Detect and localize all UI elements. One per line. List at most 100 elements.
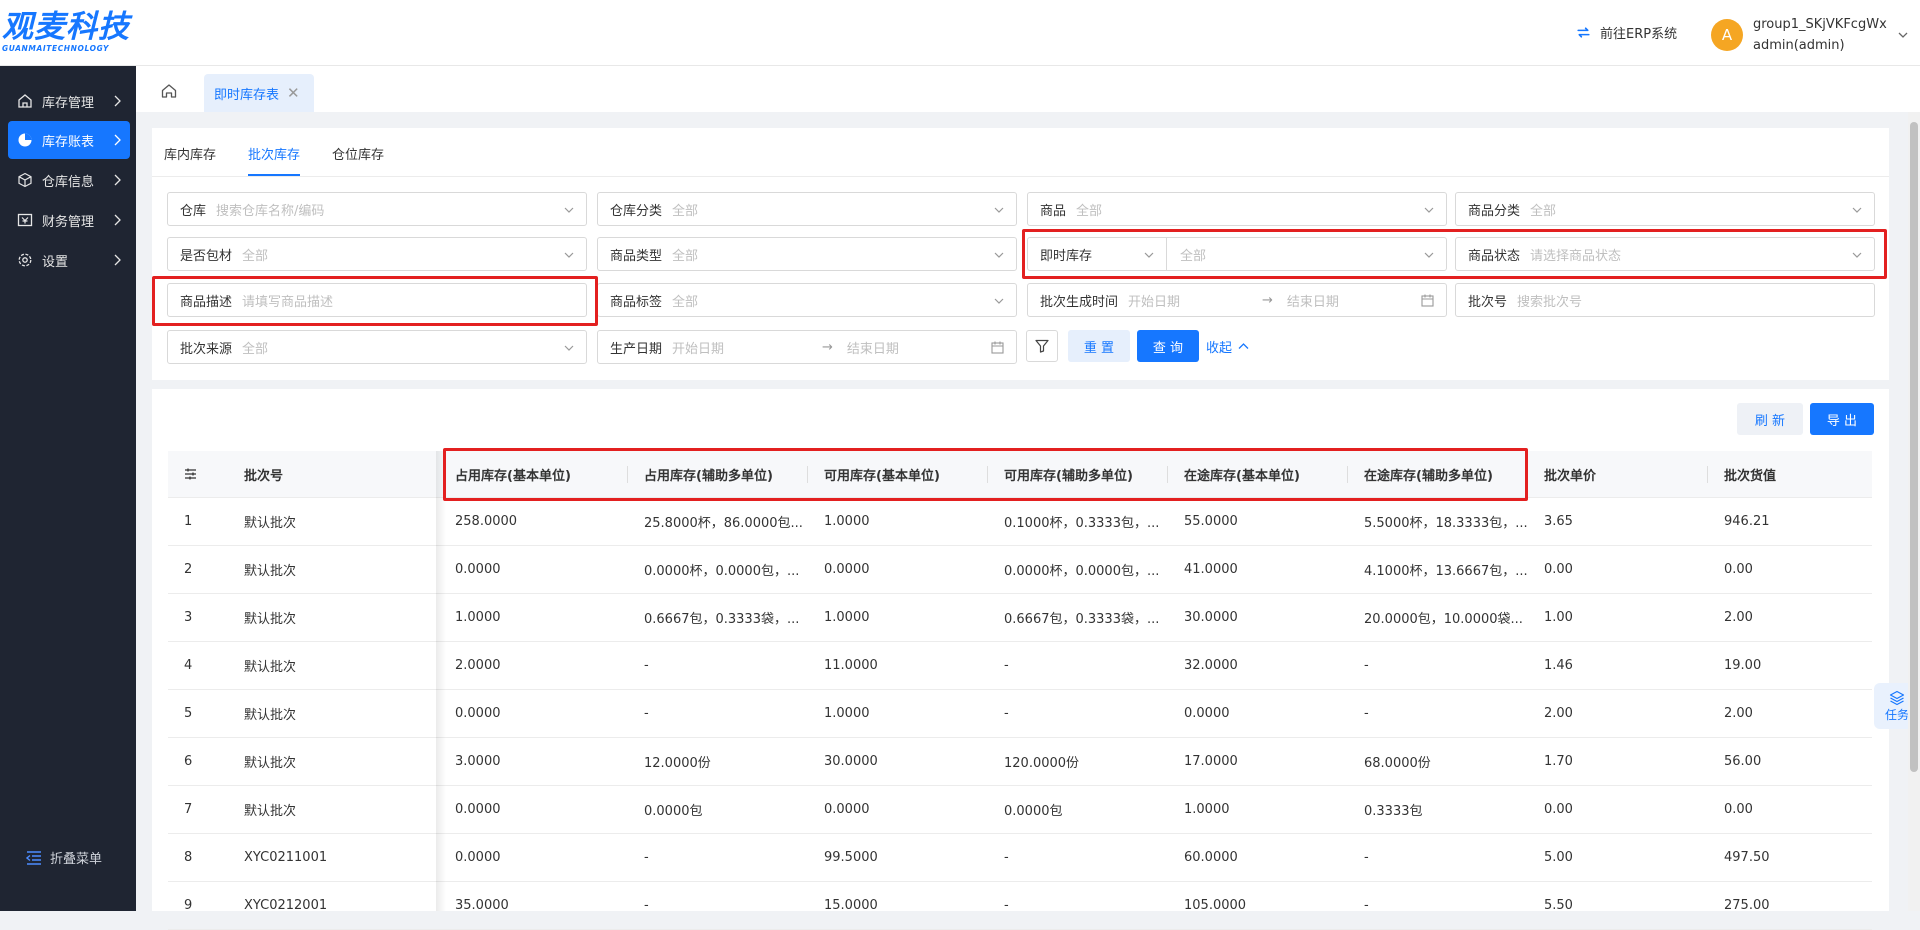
- cell-transit-base: 1.0000: [1184, 802, 1230, 817]
- cell-available-base: 99.5000: [824, 850, 878, 865]
- cell-batch-no: 默认批次: [244, 708, 297, 723]
- product-tag-select[interactable]: 商品标签 全部: [597, 283, 1017, 317]
- batch-time-range[interactable]: 批次生成时间 开始日期 → 结束日期: [1027, 283, 1447, 317]
- tab-instant-stock[interactable]: 即时库存表 ✕: [204, 74, 314, 112]
- export-button[interactable]: 导 出: [1810, 403, 1874, 435]
- company-logo[interactable]: 观麦科技 GUANMAITECHNOLOGY: [2, 10, 136, 54]
- cell-batch-price: 1.70: [1544, 754, 1573, 769]
- tab-label: 即时库存表: [214, 87, 280, 103]
- table-row[interactable]: 3 默认批次 1.0000 0.6667包，0.3333袋，... 1.0000 0.66…: [168, 594, 1872, 642]
- arrow-right-icon: →: [1262, 292, 1273, 308]
- is-packaging-select[interactable]: 是否包材 全部: [167, 237, 587, 271]
- sidebar-item-stock-management[interactable]: 库存管理: [8, 82, 130, 120]
- collapse-filters-button[interactable]: 收起: [1206, 330, 1249, 362]
- product-select[interactable]: 商品 全部: [1027, 192, 1447, 226]
- th-available-multi[interactable]: 可用库存(辅助多单位): [1004, 451, 1133, 497]
- subtab-location-stock[interactable]: 仓位库存: [332, 144, 384, 176]
- collapse-menu-button[interactable]: 折叠菜单: [26, 848, 102, 867]
- chevron-right-icon: [114, 254, 121, 266]
- cell-available-multi: -: [1004, 706, 1009, 721]
- product-status-select[interactable]: 商品状态 请选择商品状态: [1455, 237, 1875, 271]
- cell-occupied-multi: 0.6667包，0.3333袋，...: [644, 612, 800, 627]
- filter-settings-button[interactable]: [1026, 330, 1058, 362]
- chevron-down-icon: [1852, 252, 1862, 258]
- user-name: admin(admin): [1753, 38, 1845, 53]
- table-row[interactable]: 4 默认批次 2.0000 - 11.0000 - 32.0000 - 1.46 19.00: [168, 642, 1872, 690]
- page-scrollbar[interactable]: [1908, 112, 1920, 911]
- th-transit-base[interactable]: 在途库存(基本单位): [1184, 451, 1300, 497]
- cell-occupied-multi: -: [644, 898, 649, 913]
- divider: [627, 466, 628, 483]
- cell-index: 6: [184, 754, 193, 769]
- table-row[interactable]: 6 默认批次 3.0000 12.0000份 30.0000 120.0000份 17.00…: [168, 738, 1872, 786]
- chevron-down-icon: [1424, 252, 1434, 258]
- table-row[interactable]: 5 默认批次 0.0000 - 1.0000 - 0.0000 - 2.00 2.00: [168, 690, 1872, 738]
- cell-available-multi: -: [1004, 898, 1009, 913]
- cell-transit-base: 60.0000: [1184, 850, 1238, 865]
- subtab-in-warehouse[interactable]: 库内库存: [164, 144, 216, 176]
- th-occupied-multi[interactable]: 占用库存(辅助多单位): [644, 451, 773, 497]
- warehouse-select[interactable]: 仓库 搜索仓库名称/编码: [167, 192, 587, 226]
- table-row[interactable]: 1 默认批次 258.0000 25.8000杯，86.0000包... 1.0000 0…: [168, 498, 1872, 546]
- cell-available-base: 30.0000: [824, 754, 878, 769]
- cell-available-base: 11.0000: [824, 658, 878, 673]
- cell-occupied-base: 0.0000: [455, 562, 501, 577]
- cell-transit-multi: -: [1364, 850, 1369, 865]
- cell-batch-value: 56.00: [1724, 754, 1762, 769]
- cell-available-base: 1.0000: [824, 706, 870, 721]
- table-row[interactable]: 9 XYC0212001 35.0000 - 15.0000 - 105.0000 - 5.50…: [168, 882, 1872, 930]
- cell-transit-multi: 0.3333包: [1364, 804, 1423, 819]
- warehouse-category-select[interactable]: 仓库分类 全部: [597, 192, 1017, 226]
- column-settings-icon[interactable]: [184, 451, 197, 497]
- cell-occupied-multi: -: [644, 706, 649, 721]
- cell-occupied-base: 0.0000: [455, 706, 501, 721]
- sidebar-item-label: 财务管理: [42, 214, 95, 230]
- table-row[interactable]: 2 默认批次 0.0000 0.0000杯，0.0000包，... 0.0000 0.00…: [168, 546, 1872, 594]
- th-occupied-base[interactable]: 占用库存(基本单位): [455, 451, 571, 497]
- avatar: A: [1711, 19, 1743, 51]
- sidebar-item-label: 仓库信息: [42, 174, 95, 190]
- table-panel: 刷 新 导 出 批次号 占用库存(基本单位) 占用库存(辅助多单位) 可用库存(…: [152, 389, 1889, 930]
- cell-transit-base: 55.0000: [1184, 514, 1238, 529]
- home-tab-icon[interactable]: [160, 82, 178, 100]
- cell-occupied-base: 0.0000: [455, 802, 501, 817]
- production-date-range[interactable]: 生产日期 开始日期 → 结束日期: [597, 330, 1017, 364]
- close-icon[interactable]: ✕: [287, 84, 300, 102]
- instant-stock-select[interactable]: 即时库存 全部: [1027, 237, 1447, 271]
- th-transit-multi[interactable]: 在途库存(辅助多单位): [1364, 451, 1493, 497]
- cell-available-base: 0.0000: [824, 562, 870, 577]
- cell-transit-multi: -: [1364, 658, 1369, 673]
- cell-batch-value: 2.00: [1724, 706, 1753, 721]
- batch-source-select[interactable]: 批次来源 全部: [167, 330, 587, 364]
- product-description-input[interactable]: 商品描述 请填写商品描述: [167, 283, 587, 317]
- sidebar-item-finance[interactable]: 财务管理: [8, 201, 130, 239]
- cell-available-multi: -: [1004, 850, 1009, 865]
- product-category-select[interactable]: 商品分类 全部: [1455, 192, 1875, 226]
- batch-number-input[interactable]: 批次号 搜索批次号: [1455, 283, 1875, 317]
- cell-batch-price: 1.00: [1544, 610, 1573, 625]
- sidebar-item-stock-reports[interactable]: 库存账表: [8, 121, 130, 159]
- filter-icon: [1035, 339, 1049, 353]
- divider: [1166, 238, 1167, 270]
- th-batch-value[interactable]: 批次货值: [1724, 451, 1776, 497]
- th-batch-no[interactable]: 批次号: [244, 451, 283, 497]
- table-row[interactable]: 8 XYC0211001 0.0000 - 99.5000 - 60.0000 - 5.00 49…: [168, 834, 1872, 882]
- cell-occupied-base: 3.0000: [455, 754, 501, 769]
- table-row[interactable]: 7 默认批次 0.0000 0.0000包 0.0000 0.0000包 1.0000 0.3…: [168, 786, 1872, 834]
- sidebar-item-label: 库存管理: [42, 95, 95, 111]
- cell-batch-value: 275.00: [1724, 898, 1770, 913]
- erp-system-link[interactable]: 前往ERP系统: [1575, 23, 1677, 42]
- cell-occupied-multi: 12.0000份: [644, 756, 711, 771]
- th-batch-price[interactable]: 批次单价: [1544, 451, 1596, 497]
- subtab-batch-stock[interactable]: 批次库存: [248, 144, 301, 176]
- scrollbar-thumb[interactable]: [1910, 122, 1918, 772]
- sidebar-item-warehouse-info[interactable]: 仓库信息: [8, 161, 130, 199]
- user-menu[interactable]: A group1_SKjVKFcgWx admin(admin): [1711, 14, 1909, 56]
- th-available-base[interactable]: 可用库存(基本单位): [824, 451, 940, 497]
- query-button[interactable]: 查 询: [1137, 330, 1199, 362]
- cell-occupied-base: 258.0000: [455, 514, 518, 529]
- refresh-button[interactable]: 刷 新: [1737, 403, 1803, 435]
- product-type-select[interactable]: 商品类型 全部: [597, 237, 1017, 271]
- reset-button[interactable]: 重 置: [1068, 330, 1130, 362]
- sidebar-item-settings[interactable]: 设置: [8, 241, 130, 279]
